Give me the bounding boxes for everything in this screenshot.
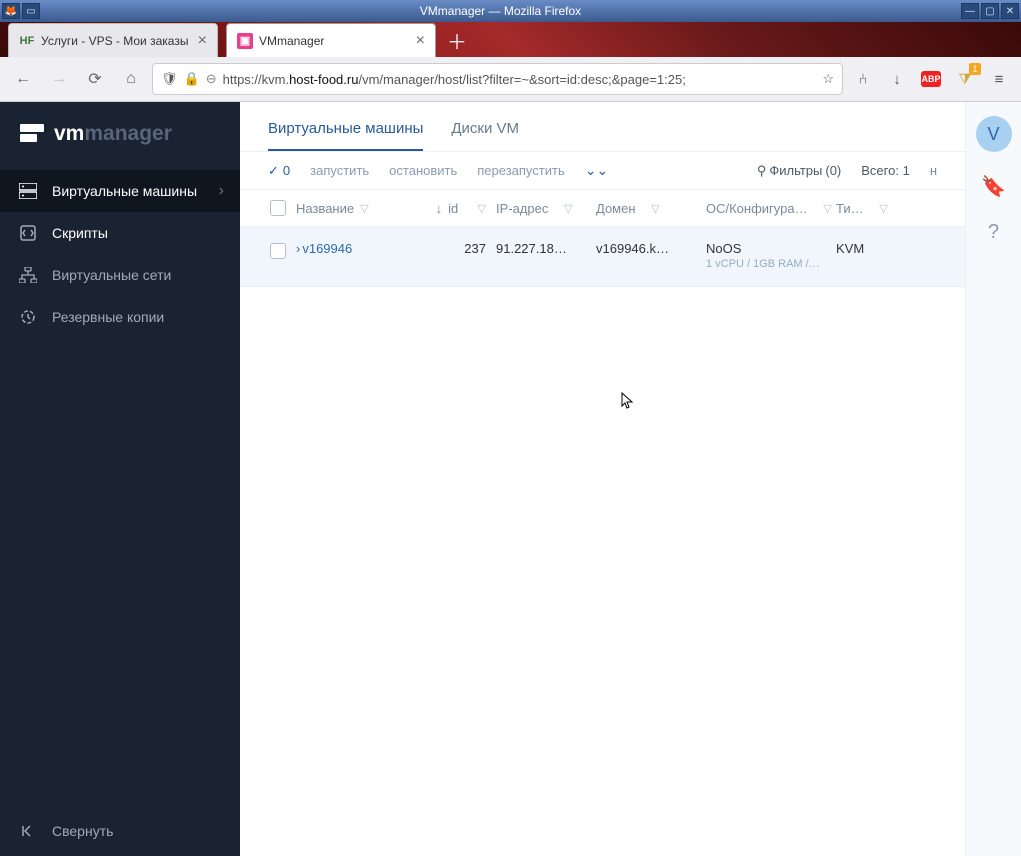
window-minimize-button[interactable]: — xyxy=(961,3,979,19)
filter-icon[interactable]: ▽ xyxy=(823,202,831,215)
filter-icon[interactable]: ▽ xyxy=(478,202,486,215)
filter-icon[interactable]: ▽ xyxy=(879,202,887,215)
filter-icon[interactable]: ▽ xyxy=(651,202,659,215)
cell-name: ›v169946 xyxy=(296,241,426,256)
user-avatar[interactable]: V xyxy=(976,116,1012,152)
mouse-cursor-icon xyxy=(621,392,635,410)
filter-icon[interactable]: ▽ xyxy=(360,202,368,215)
total-count: Всего: 1 xyxy=(861,163,910,178)
logo-icon xyxy=(20,124,44,144)
cell-type: KVM xyxy=(836,241,896,256)
tab-title: VMmanager xyxy=(259,34,410,48)
sidebar-item-label: Виртуальные машины xyxy=(52,183,197,199)
table-header: Название▽ ↓id ▽ IP-адрес ▽ Домен ▽ ОС/Ко… xyxy=(240,190,965,227)
backup-icon xyxy=(18,307,38,327)
nav-back-button[interactable]: ← xyxy=(8,64,38,94)
sidebar: vmmanager Виртуальные машины Скрипты Вир… xyxy=(0,102,240,856)
sort-icon: ↓ xyxy=(436,201,443,216)
tab-close-button[interactable]: × xyxy=(198,32,207,50)
window-pin-icon[interactable]: ▭ xyxy=(22,3,40,19)
sidebar-item-label: Виртуальные сети xyxy=(52,267,171,283)
right-bar: V 🔖 ? xyxy=(965,102,1021,856)
url-text: https://kvm.host-food.ru/vm/manager/host… xyxy=(223,72,817,87)
col-name[interactable]: Название▽ xyxy=(296,201,426,216)
app-menu-button[interactable]: ≡ xyxy=(985,65,1013,93)
window-close-button[interactable]: ✕ xyxy=(1001,3,1019,19)
collapse-icon xyxy=(18,821,38,841)
window-title: VMmanager — Mozilla Firefox xyxy=(40,4,961,18)
sidebar-item-label: Резервные копии xyxy=(52,309,164,325)
lock-icon: 🔒 xyxy=(184,71,200,87)
window-maximize-button[interactable]: ▢ xyxy=(981,3,999,19)
extension-icon[interactable]: ⧩ 1 xyxy=(951,65,979,93)
more-actions-icon[interactable]: ⌄⌄ xyxy=(585,162,608,179)
browser-toolbar: ← → ⟳ ⌂ 🛡 🔒 ⊖ https://kvm.host-food.ru/v… xyxy=(0,57,1021,102)
tab-favicon-icon: HF xyxy=(19,33,35,49)
filter-icon[interactable]: ▽ xyxy=(564,202,572,215)
browser-tab-1[interactable]: ▣ VMmanager × xyxy=(226,23,436,57)
cell-os: NoOS 1 vCPU / 1GB RAM /… xyxy=(706,241,836,270)
server-icon xyxy=(18,181,38,201)
filters-button[interactable]: ⚲ Фильтры(0) xyxy=(757,163,841,179)
chevron-right-icon: › xyxy=(296,241,300,256)
vm-name-link[interactable]: ›v169946 xyxy=(296,241,352,256)
check-icon: ✓ xyxy=(268,163,279,179)
help-icon[interactable]: ? xyxy=(988,221,999,244)
toolbar-overflow: н xyxy=(930,163,937,178)
app-logo: vmmanager xyxy=(0,102,240,170)
network-icon xyxy=(18,265,38,285)
tab-disks[interactable]: Диски VM xyxy=(451,120,519,151)
bookmark-icon[interactable]: 🔖 xyxy=(981,174,1006,199)
browser-tab-0[interactable]: HF Услуги - VPS - Мои заказы × xyxy=(8,23,218,57)
nav-reload-button[interactable]: ⟳ xyxy=(80,64,110,94)
collapse-label: Свернуть xyxy=(52,823,113,839)
action-restart[interactable]: перезапустить xyxy=(477,163,564,178)
new-tab-button[interactable]: ＋ xyxy=(440,23,474,57)
col-id[interactable]: ↓id ▽ xyxy=(426,201,496,216)
selected-count: ✓ 0 xyxy=(268,163,290,179)
main-content: Виртуальные машины Диски VM ✓ 0 запустит… xyxy=(240,102,1021,856)
col-ip[interactable]: IP-адрес ▽ xyxy=(496,201,596,216)
bookmark-star-icon[interactable]: ☆ xyxy=(822,71,834,87)
filter-icon: ⚲ xyxy=(757,163,767,179)
cell-domain: v169946.k… xyxy=(596,241,706,256)
firefox-menu-icon[interactable]: 🦊 xyxy=(2,3,20,19)
nav-home-button[interactable]: ⌂ xyxy=(116,64,146,94)
sidebar-item-vms[interactable]: Виртуальные машины xyxy=(0,170,240,212)
browser-tabstrip: HF Услуги - VPS - Мои заказы × ▣ VMmanag… xyxy=(0,22,1021,57)
tab-favicon-icon: ▣ xyxy=(237,33,253,49)
table-toolbar: ✓ 0 запустить остановить перезапустить ⌄… xyxy=(240,152,965,190)
adblock-icon[interactable]: ABP xyxy=(917,65,945,93)
sidebar-item-label: Скрипты xyxy=(52,225,108,241)
content-tabs: Виртуальные машины Диски VM xyxy=(240,102,965,152)
col-os[interactable]: ОС/Конфигура… ▽ xyxy=(706,201,836,216)
col-type[interactable]: Ти… ▽ xyxy=(836,201,896,216)
action-start[interactable]: запустить xyxy=(310,163,369,178)
shield-icon: 🛡 xyxy=(161,71,178,87)
cell-ip: 91.227.18… xyxy=(496,241,596,256)
tab-close-button[interactable]: × xyxy=(416,32,425,50)
sidebar-item-backups[interactable]: Резервные копии xyxy=(0,296,240,338)
table-row[interactable]: ›v169946 237 91.227.18… v169946.k… NoOS … xyxy=(240,227,965,287)
permissions-icon: ⊖ xyxy=(206,71,217,87)
library-icon[interactable]: ⑃ xyxy=(849,65,877,93)
window-titlebar: 🦊 ▭ VMmanager — Mozilla Firefox — ▢ ✕ xyxy=(0,0,1021,22)
downloads-icon[interactable]: ↓ xyxy=(883,65,911,93)
action-stop[interactable]: остановить xyxy=(389,163,457,178)
tab-title: Услуги - VPS - Мои заказы xyxy=(41,34,192,48)
col-domain[interactable]: Домен ▽ xyxy=(596,201,706,216)
script-icon xyxy=(18,223,38,243)
select-all-checkbox[interactable] xyxy=(270,200,286,216)
nav-forward-button: → xyxy=(44,64,74,94)
row-checkbox[interactable] xyxy=(270,243,286,259)
sidebar-collapse-button[interactable]: Свернуть xyxy=(0,806,240,856)
url-bar[interactable]: 🛡 🔒 ⊖ https://kvm.host-food.ru/vm/manage… xyxy=(152,63,843,95)
cell-id: 237 xyxy=(426,241,496,256)
tab-vms[interactable]: Виртуальные машины xyxy=(268,120,423,151)
sidebar-item-scripts[interactable]: Скрипты xyxy=(0,212,240,254)
sidebar-item-networks[interactable]: Виртуальные сети xyxy=(0,254,240,296)
